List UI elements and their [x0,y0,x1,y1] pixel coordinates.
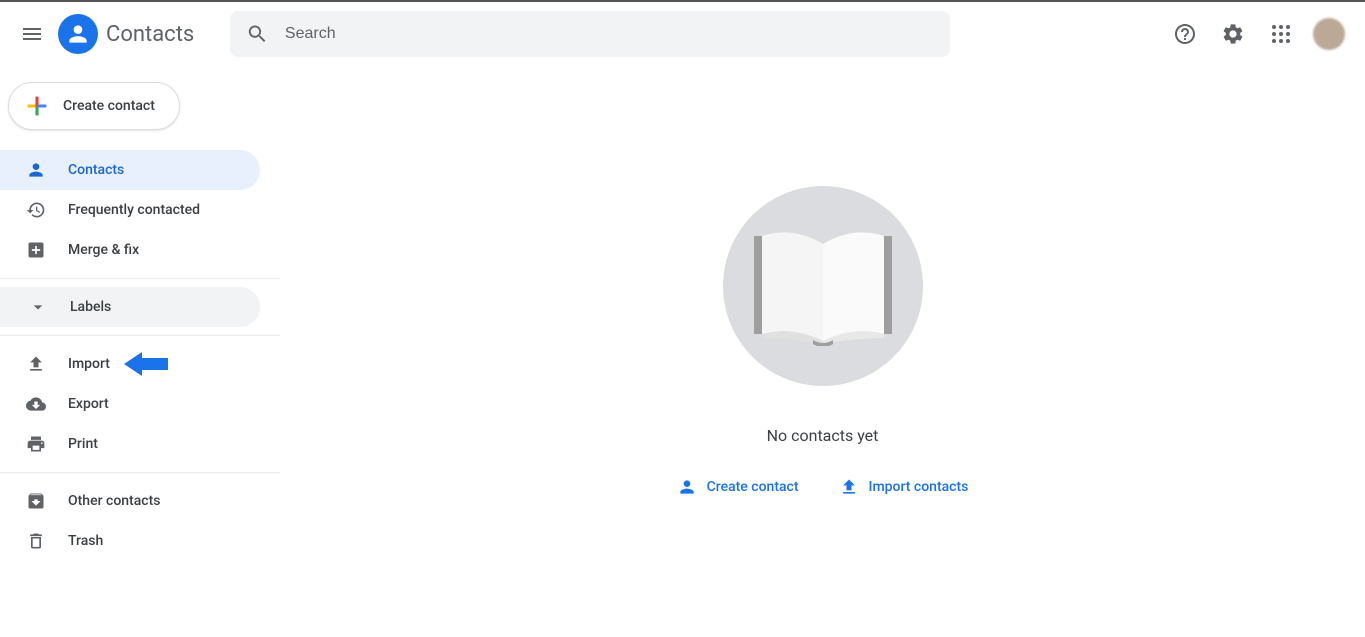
gear-icon [1221,22,1245,46]
print-icon [26,434,46,454]
create-contact-label: Create contact [63,98,155,114]
sidebar-item-label: Print [68,436,98,452]
person-icon [26,160,46,180]
person-add-icon [677,477,697,497]
search-input[interactable] [285,25,934,43]
arrow-left-annotation-icon [124,350,168,378]
sidebar-item-label: Merge & fix [68,242,139,258]
import-contacts-action-label: Import contacts [869,479,969,495]
contacts-logo-icon [58,14,98,54]
empty-state-actions: Create contact Import contacts [677,477,969,497]
sidebar-item-frequent[interactable]: Frequently contacted [0,190,260,230]
main-content: No contacts yet Create contact Import co… [280,66,1365,637]
hamburger-icon [20,22,44,46]
search-bar[interactable] [230,11,950,57]
divider [0,472,280,473]
upload-icon [26,354,46,374]
help-button[interactable] [1165,14,1205,54]
sidebar-item-label: Trash [68,533,103,549]
sidebar-item-label: Export [68,396,109,412]
import-contacts-action[interactable]: Import contacts [839,477,969,497]
plus-icon [23,92,51,120]
archive-icon [26,491,46,511]
sidebar-item-label: Contacts [68,162,124,178]
sidebar-item-print[interactable]: Print [0,424,260,464]
apps-grid-icon [1269,22,1293,46]
sidebar-item-contacts[interactable]: Contacts [0,150,260,190]
apps-button[interactable] [1261,14,1301,54]
sidebar-item-label: Import [68,356,110,372]
sidebar-item-other[interactable]: Other contacts [0,481,260,521]
trash-icon [26,531,46,551]
sidebar-item-import[interactable]: Import [0,344,260,384]
sidebar-item-trash[interactable]: Trash [0,521,260,561]
search-icon [246,22,269,46]
divider [0,335,280,336]
create-contact-action[interactable]: Create contact [677,477,799,497]
chevron-down-icon [28,297,48,317]
merge-icon [26,240,46,260]
settings-button[interactable] [1213,14,1253,54]
divider [0,278,280,279]
app-title: Contacts [106,22,194,47]
help-icon [1173,22,1197,46]
account-avatar[interactable] [1313,18,1345,50]
sidebar-item-merge[interactable]: Merge & fix [0,230,260,270]
book-icon [748,226,898,346]
history-icon [26,200,46,220]
create-contact-action-label: Create contact [707,479,799,495]
empty-state-title: No contacts yet [767,426,879,445]
sidebar-item-labels[interactable]: Labels [0,287,260,327]
sidebar-item-export[interactable]: Export [0,384,260,424]
upload-icon [839,477,859,497]
sidebar-item-label: Other contacts [68,493,160,509]
app-header: Contacts [0,2,1365,66]
sidebar: Create contact Contacts Frequently conta… [0,66,280,637]
header-actions [1165,14,1353,54]
sidebar-item-label: Labels [70,299,111,315]
sidebar-item-label: Frequently contacted [68,202,200,218]
create-contact-button[interactable]: Create contact [8,82,180,130]
app-logo[interactable]: Contacts [58,14,194,54]
main-menu-button[interactable] [8,10,56,58]
cloud-download-icon [26,394,46,414]
empty-state-illustration [723,186,923,386]
